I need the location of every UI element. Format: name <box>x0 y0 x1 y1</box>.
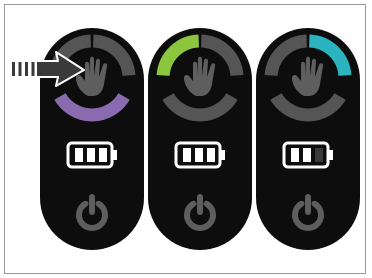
battery-bar-full <box>87 148 95 162</box>
battery-bar-full <box>183 148 191 162</box>
battery-terminal <box>113 150 117 160</box>
battery-bar-full <box>195 148 203 162</box>
battery-bar-full <box>99 148 107 162</box>
arrow-stripe <box>31 62 35 76</box>
battery-bar-full <box>75 148 83 162</box>
battery-terminal <box>221 150 225 160</box>
illustration-canvas <box>0 0 372 278</box>
arrow-stripe <box>12 62 15 76</box>
device-right <box>256 28 360 250</box>
battery-bar-empty <box>315 148 323 162</box>
device-illustration <box>12 28 360 250</box>
battery-bar-full <box>303 148 311 162</box>
device-middle <box>148 28 252 250</box>
battery-bar-full <box>207 148 215 162</box>
battery-terminal <box>329 150 333 160</box>
battery-bar-full <box>291 148 299 162</box>
arrow-stripe <box>18 62 22 76</box>
arrow-stripe <box>25 62 28 76</box>
